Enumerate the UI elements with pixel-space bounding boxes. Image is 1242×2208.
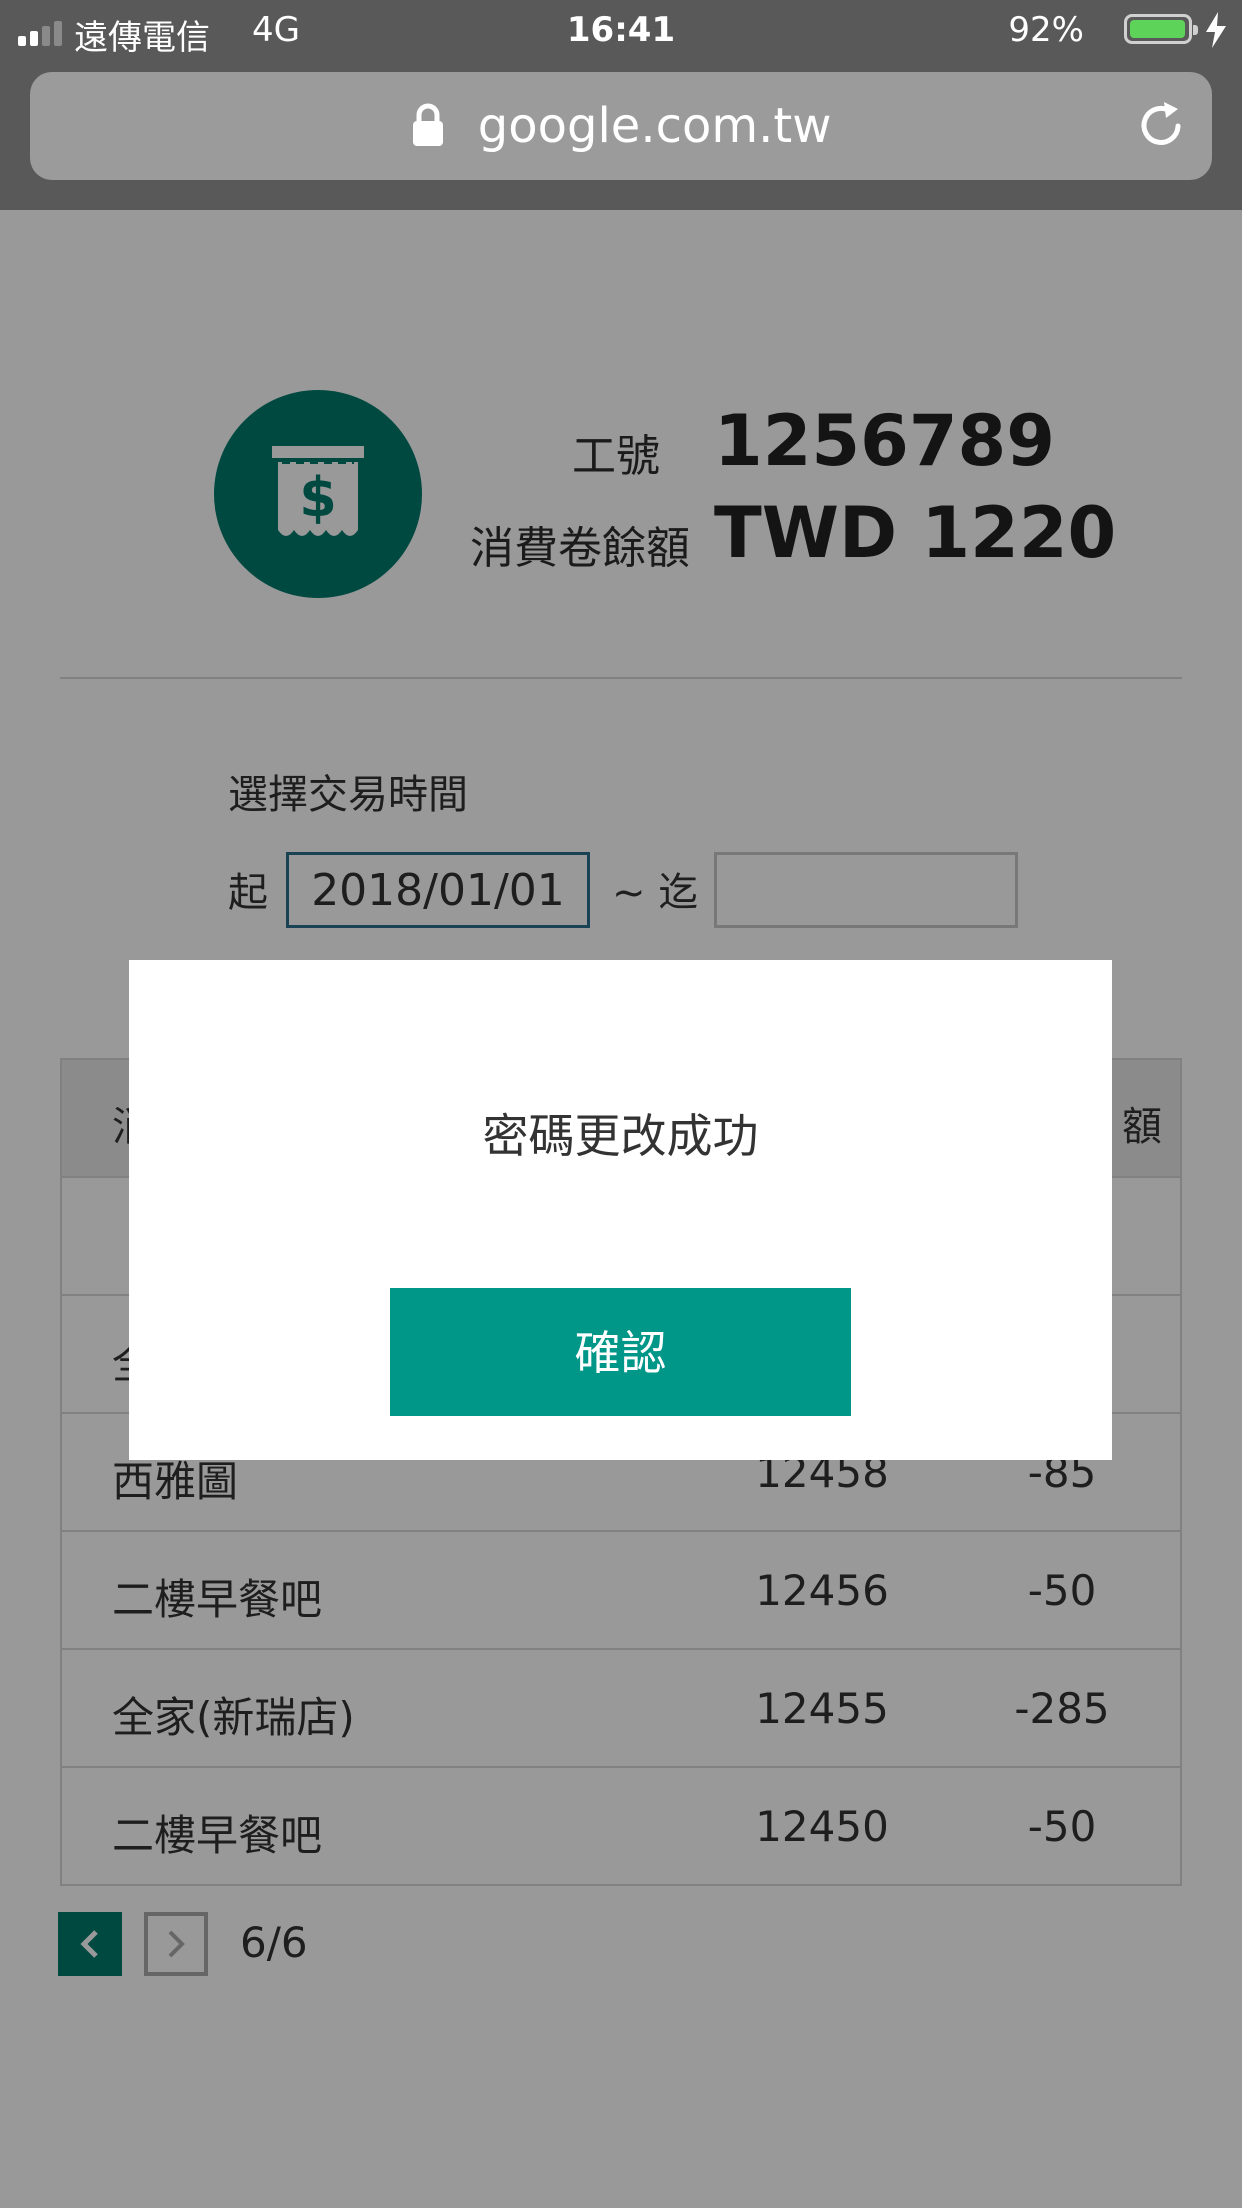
battery-icon — [1124, 14, 1198, 44]
confirm-button[interactable]: 確認 — [390, 1288, 851, 1416]
lock-icon — [412, 103, 443, 146]
battery-percent: 92% — [1008, 10, 1084, 50]
address-bar[interactable]: google.com.tw — [30, 72, 1212, 180]
success-dialog: 密碼更改成功 確認 — [129, 960, 1112, 1460]
dialog-message: 密碼更改成功 — [482, 1109, 759, 1163]
url-text: google.com.tw — [477, 98, 832, 154]
browser-chrome: 遠傳電信 4G 16:41 92% google.com.tw — [0, 0, 1242, 210]
status-bar: 遠傳電信 4G 16:41 92% — [0, 0, 1242, 62]
charging-icon — [1206, 12, 1226, 48]
reload-icon[interactable] — [1132, 96, 1190, 154]
